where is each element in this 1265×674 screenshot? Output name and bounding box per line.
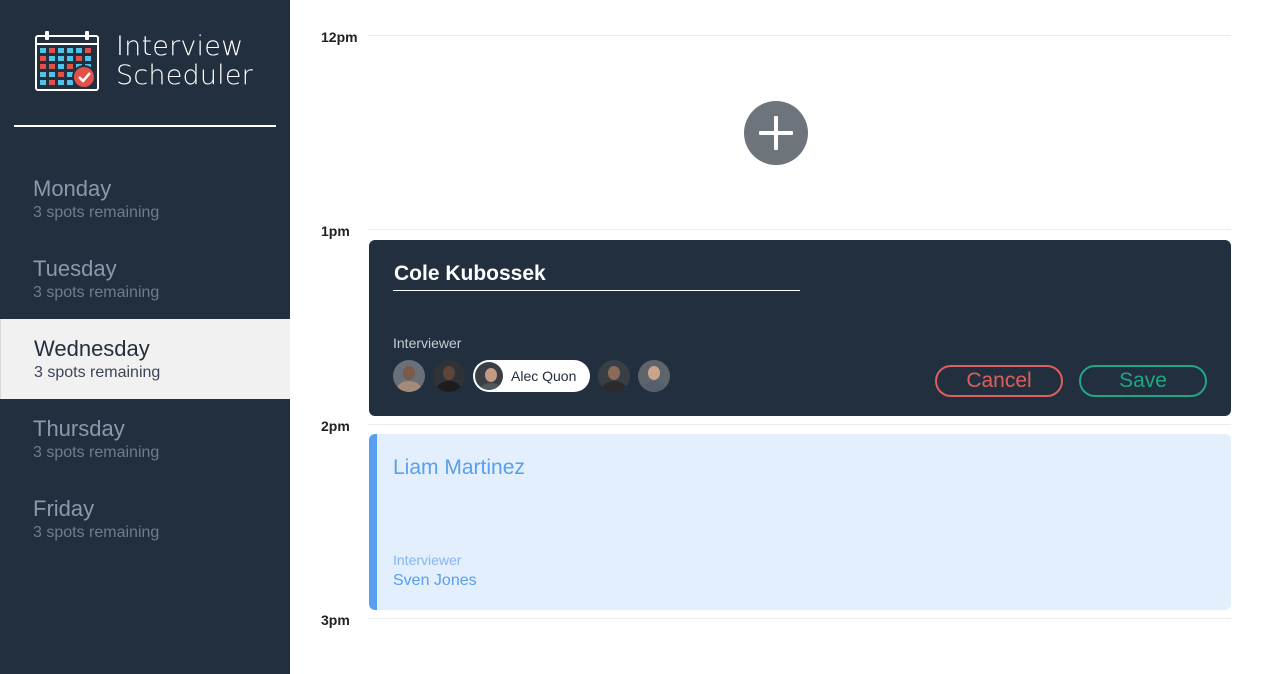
interviewer-avatar[interactable] bbox=[638, 360, 671, 392]
day-item-friday[interactable]: Friday 3 spots remaining bbox=[0, 479, 290, 559]
interviewer-avatar[interactable] bbox=[393, 360, 425, 392]
day-list: Monday 3 spots remaining Tuesday 3 spots… bbox=[0, 159, 290, 559]
interviewer-avatar bbox=[475, 362, 503, 390]
appointment-student-name: Liam Martinez bbox=[393, 456, 525, 479]
save-button[interactable]: Save bbox=[1079, 365, 1207, 397]
appointment-card[interactable]: Liam Martinez Interviewer Sven Jones bbox=[369, 434, 1231, 610]
app-logo: Interview Scheduler bbox=[34, 30, 253, 92]
time-label-3pm: 3pm bbox=[321, 612, 350, 628]
appointment-interviewer-label: Interviewer bbox=[393, 552, 462, 568]
app-title: Interview Scheduler bbox=[116, 31, 253, 91]
calendar-check-icon bbox=[35, 31, 99, 91]
student-name-input[interactable] bbox=[393, 262, 800, 291]
time-divider bbox=[368, 618, 1231, 619]
day-item-wednesday[interactable]: Wednesday 3 spots remaining bbox=[0, 319, 290, 399]
day-spots: 3 spots remaining bbox=[33, 204, 160, 221]
add-appointment-button[interactable] bbox=[744, 101, 808, 165]
day-spots: 3 spots remaining bbox=[33, 524, 160, 541]
interviewer-avatar[interactable] bbox=[598, 360, 631, 392]
appointment-interviewer-name: Sven Jones bbox=[393, 572, 477, 589]
interviewer-label: Interviewer bbox=[393, 335, 462, 351]
day-item-monday[interactable]: Monday 3 spots remaining bbox=[0, 159, 290, 239]
time-label-2pm: 2pm bbox=[321, 418, 350, 434]
interviewer-avatar[interactable] bbox=[433, 360, 465, 392]
day-spots: 3 spots remaining bbox=[34, 364, 161, 381]
time-divider bbox=[368, 229, 1231, 230]
day-item-tuesday[interactable]: Tuesday 3 spots remaining bbox=[0, 239, 290, 319]
day-name: Wednesday bbox=[34, 336, 150, 361]
appointment-form: Interviewer Alec Quon Cancel Save bbox=[369, 240, 1231, 416]
sidebar: Interview Scheduler Monday 3 spots remai… bbox=[0, 0, 290, 674]
time-label-1pm: 1pm bbox=[321, 223, 350, 239]
interviewer-name: Alec Quon bbox=[511, 368, 577, 384]
time-divider bbox=[368, 424, 1231, 425]
day-item-thursday[interactable]: Thursday 3 spots remaining bbox=[0, 399, 290, 479]
day-name: Friday bbox=[33, 496, 95, 521]
time-divider bbox=[368, 35, 1231, 36]
day-name: Thursday bbox=[33, 416, 125, 441]
cancel-button[interactable]: Cancel bbox=[935, 365, 1063, 397]
day-spots: 3 spots remaining bbox=[33, 284, 160, 301]
day-name: Monday bbox=[33, 176, 112, 201]
interviewer-selected-chip[interactable]: Alec Quon bbox=[473, 360, 591, 392]
day-spots: 3 spots remaining bbox=[33, 444, 160, 461]
interviewer-list: Alec Quon bbox=[393, 360, 678, 392]
sidebar-divider bbox=[14, 125, 276, 127]
schedule: 12pm 1pm Interviewer Alec Quon bbox=[290, 0, 1265, 674]
day-name: Tuesday bbox=[33, 256, 117, 281]
time-label-12pm: 12pm bbox=[321, 29, 358, 45]
